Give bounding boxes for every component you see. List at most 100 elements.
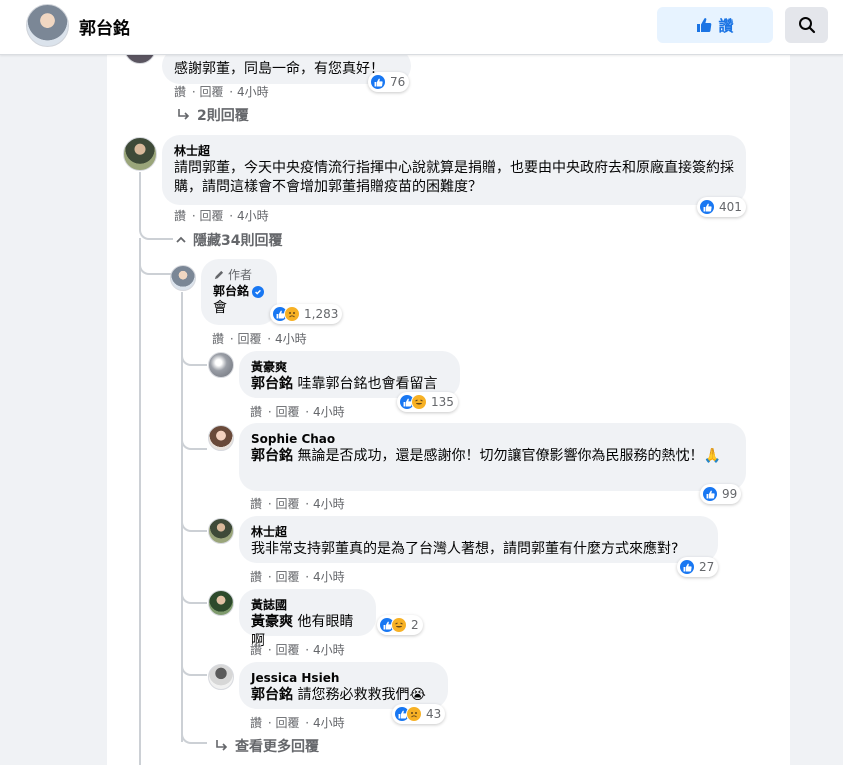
reply-author[interactable]: 黃誌國	[251, 597, 364, 613]
commenter-avatar[interactable]	[123, 137, 157, 171]
reply-link[interactable]: 回覆	[275, 497, 299, 511]
reply-actions: 讚 · 回覆 · 4小時	[250, 716, 345, 730]
like-link[interactable]: 讚	[250, 405, 262, 419]
reaction-count[interactable]: 43	[392, 704, 446, 724]
reply-link[interactable]: 回覆	[237, 332, 261, 346]
reply-avatar[interactable]	[208, 518, 234, 544]
like-link[interactable]: 讚	[250, 570, 262, 584]
timestamp[interactable]: 4小時	[313, 716, 345, 730]
page-avatar[interactable]	[26, 4, 69, 47]
comment-actions: 讚 · 回覆 · 4小時	[174, 209, 269, 223]
like-link[interactable]: 讚	[174, 209, 186, 223]
like-reaction-icon	[370, 74, 386, 90]
reaction-count[interactable]: 76	[368, 72, 410, 92]
reply-author[interactable]: Jessica Hsieh	[251, 670, 436, 686]
reply-arrow-icon	[216, 740, 228, 751]
reply-text: 我非常支持郭董真的是為了台灣人著想，請問郭董有什麼方式來應對?	[251, 541, 679, 557]
thread-line	[139, 172, 173, 240]
reaction-count[interactable]: 401	[697, 197, 746, 217]
like-link[interactable]: 讚	[250, 497, 262, 511]
reply-link[interactable]: 回覆	[199, 85, 223, 99]
reply-text-body: 無論是否成功，還是感謝你！切勿讓官僚影響你為民服務的熱忱！🙏	[297, 448, 721, 464]
reply-author[interactable]: 郭台銘	[213, 283, 265, 299]
like-page-button[interactable]: 讚	[657, 7, 773, 43]
timestamp[interactable]: 4小時	[313, 643, 345, 657]
comment-text: 感謝郭董，同島一命，有您真好！	[174, 61, 384, 77]
timestamp[interactable]: 4小時	[313, 497, 345, 511]
reply-author[interactable]: 黃豪爽	[251, 359, 448, 375]
reaction-count-value: 99	[722, 487, 738, 501]
timestamp[interactable]: 4小時	[237, 209, 269, 223]
reaction-count[interactable]: 2	[377, 615, 423, 635]
mention-link[interactable]: 郭台銘	[251, 376, 293, 392]
like-link[interactable]: 讚	[250, 643, 262, 657]
reply-avatar[interactable]	[208, 352, 234, 378]
reply-link[interactable]: 回覆	[275, 570, 299, 584]
see-more-replies-label: 查看更多回覆	[235, 739, 319, 755]
reply-actions: 讚 · 回覆 · 4小時	[250, 405, 345, 419]
reply-author[interactable]: 林士超	[251, 524, 706, 540]
reaction-count[interactable]: 27	[677, 557, 719, 577]
hide-replies-label: 隱藏34則回覆	[193, 233, 283, 249]
thread-line	[181, 728, 207, 744]
reply-link[interactable]: 回覆	[199, 209, 223, 223]
mention-link[interactable]: 郭台銘	[251, 448, 293, 464]
reply-actions: 讚 · 回覆 · 4小時	[250, 570, 345, 584]
search-icon	[798, 17, 815, 34]
like-reaction-icon	[679, 559, 695, 575]
reply-text: 會	[213, 300, 227, 316]
author-badge: 作者	[213, 267, 265, 283]
sad-reaction-icon	[406, 706, 422, 722]
reply-avatar[interactable]	[208, 425, 234, 451]
page-header: 郭台銘 讚	[0, 0, 843, 55]
see-more-replies-link[interactable]: 查看更多回覆	[215, 736, 319, 756]
like-link[interactable]: 讚	[250, 716, 262, 730]
thread-line	[181, 344, 207, 366]
like-link[interactable]: 讚	[174, 85, 186, 99]
reply-link[interactable]: 回覆	[275, 643, 299, 657]
reply-bubble: 作者 郭台銘 會	[201, 259, 277, 325]
thread-line	[181, 654, 207, 676]
view-replies-link[interactable]: 2則回覆	[177, 105, 249, 125]
reaction-count[interactable]: 1,283	[270, 304, 343, 324]
thread-line	[139, 249, 171, 275]
thread-line	[181, 582, 207, 604]
reply-link[interactable]: 回覆	[275, 716, 299, 730]
reaction-count[interactable]: 99	[700, 484, 742, 504]
reaction-count[interactable]: 135	[397, 392, 458, 412]
search-button[interactable]	[785, 7, 828, 43]
timestamp[interactable]: 4小時	[313, 570, 345, 584]
reaction-count-value: 2	[411, 618, 419, 632]
reply-text-body: 哇靠郭台銘也會看留言	[297, 376, 438, 392]
view-replies-label: 2則回覆	[197, 108, 249, 124]
sad-reaction-icon	[284, 306, 300, 322]
mention-link[interactable]: 黃豪爽	[251, 614, 293, 630]
timestamp[interactable]: 4小時	[237, 85, 269, 99]
like-link[interactable]: 讚	[212, 332, 224, 346]
reply-author-name: 郭台銘	[213, 284, 250, 298]
reply-author[interactable]: Sophie Chao	[251, 431, 734, 447]
reply-text: 郭台銘 請您務必救救我們😭	[251, 686, 436, 705]
reaction-count-value: 401	[719, 200, 742, 214]
commenter-avatar[interactable]	[124, 54, 156, 64]
reply-avatar[interactable]	[208, 664, 234, 690]
hide-replies-link[interactable]: 隱藏34則回覆	[175, 230, 282, 250]
comment-bubble: 林士超 請問郭董，今天中央疫情流行指揮中心說就算是捐贈，也要由中央政府去和原廠直…	[162, 135, 746, 205]
reaction-count-value: 76	[390, 75, 406, 89]
author-badge-label: 作者	[228, 268, 253, 282]
reply-avatar[interactable]	[208, 590, 234, 616]
comment-actions: 讚 · 回覆 · 4小時	[174, 85, 269, 99]
thumbs-up-icon	[697, 18, 712, 32]
thread-line	[139, 238, 141, 765]
reply-link[interactable]: 回覆	[275, 405, 299, 419]
page-title[interactable]: 郭台銘	[79, 14, 130, 39]
mention-link[interactable]: 郭台銘	[251, 687, 293, 703]
thread-line	[181, 510, 207, 532]
comment-author[interactable]: 林士超	[174, 143, 734, 159]
like-page-label: 讚	[718, 16, 734, 35]
timestamp[interactable]: 4小時	[275, 332, 307, 346]
timestamp[interactable]: 4小時	[313, 405, 345, 419]
comment-text: 請問郭董，今天中央疫情流行指揮中心說就算是捐贈，也要由中央政府去和原廠直接簽約採…	[174, 160, 734, 195]
reply-text: 郭台銘 無論是否成功，還是感謝你！切勿讓官僚影響你為民服務的熱忱！🙏	[251, 447, 734, 466]
author-avatar[interactable]	[170, 265, 196, 291]
